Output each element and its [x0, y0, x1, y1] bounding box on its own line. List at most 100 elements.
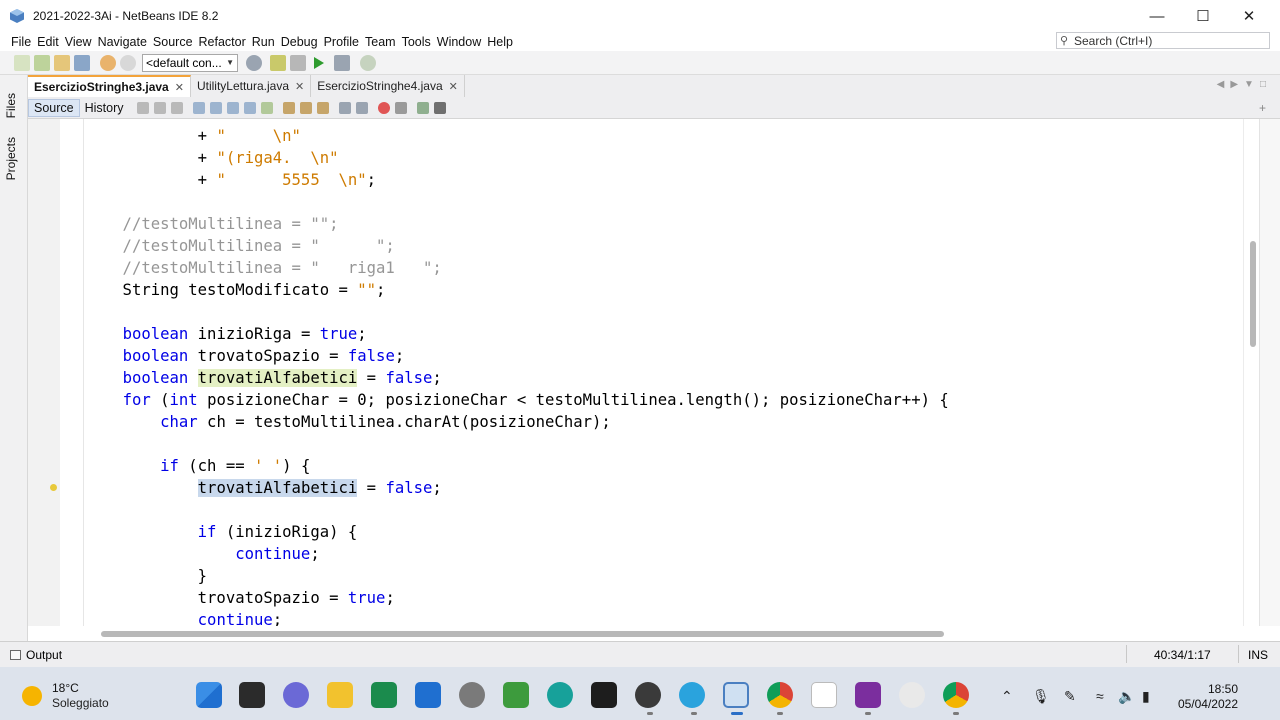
code-line[interactable]: if (ch == ' ') { — [85, 455, 310, 477]
settings-icon[interactable] — [246, 54, 262, 71]
speaker-icon[interactable]: 🔈 — [1118, 688, 1135, 705]
code-line[interactable]: for (int posizioneChar = 0; posizioneCha… — [85, 389, 949, 411]
close-icon[interactable]: ✕ — [449, 80, 458, 93]
build-icon[interactable] — [270, 54, 286, 71]
telegram-icon[interactable] — [679, 682, 705, 708]
source-view-button[interactable]: Source — [28, 98, 80, 117]
settings-gear-icon[interactable] — [459, 682, 485, 708]
system-clock[interactable]: 18:50 05/04/2022 — [1170, 682, 1238, 712]
minimize-button[interactable]: — — [1134, 0, 1180, 32]
close-icon[interactable]: ✕ — [295, 80, 304, 93]
search-box[interactable]: ⚲ — [1056, 32, 1270, 49]
close-window-button[interactable]: ✕ — [1226, 0, 1272, 32]
task-view-icon[interactable] — [239, 682, 265, 708]
menu-view[interactable]: View — [62, 35, 95, 49]
menu-file[interactable]: File — [8, 35, 34, 49]
vertical-scrollbar[interactable] — [1243, 119, 1259, 626]
menu-edit[interactable]: Edit — [34, 35, 62, 49]
running-indicator — [691, 712, 697, 715]
start-icon[interactable] — [196, 682, 222, 708]
save-all-icon[interactable] — [74, 54, 90, 71]
maximize-button[interactable]: ☐ — [1180, 0, 1226, 32]
close-icon[interactable]: ✕ — [175, 81, 184, 94]
code-line[interactable]: char ch = testoMultilinea.charAt(posizio… — [85, 411, 611, 433]
horizontal-scroll-thumb[interactable] — [101, 631, 944, 637]
menu-run[interactable]: Run — [249, 35, 278, 49]
clean-build-icon[interactable] — [290, 54, 306, 71]
code-line[interactable]: boolean trovatoSpazio = false; — [85, 345, 405, 367]
line-number: 33 — [28, 323, 60, 345]
code-line[interactable]: boolean inizioRiga = true; — [85, 323, 367, 345]
hint-bulb-icon[interactable] — [50, 484, 57, 491]
code-line[interactable]: boolean trovatiAlfabetici = false; — [85, 367, 442, 389]
new-file-icon[interactable] — [14, 54, 30, 71]
wifi-icon[interactable]: ≈ — [1096, 688, 1104, 704]
chrome-profile-icon[interactable] — [943, 682, 969, 708]
profile-icon[interactable] — [360, 54, 376, 71]
line-number-gutter: 24252627282930313233343536373839 41424344… — [28, 119, 60, 626]
menu-window[interactable]: Window — [434, 35, 484, 49]
code-line[interactable]: //testoMultilinea = " "; — [85, 235, 395, 257]
running-indicator — [865, 712, 871, 715]
menu-tools[interactable]: Tools — [399, 35, 434, 49]
code-line[interactable]: continue; — [85, 543, 320, 565]
run-icon[interactable] — [314, 56, 324, 69]
code-editor[interactable]: + " \n" + "(riga4. \n" + " 5555 \n"; //t… — [85, 119, 1243, 626]
code-line[interactable]: + "(riga4. \n" — [85, 147, 339, 169]
intellij-icon[interactable] — [591, 682, 617, 708]
config-select[interactable]: <default con... ▼ — [142, 53, 238, 72]
open-project-icon[interactable] — [54, 54, 70, 71]
tab-label: EsercizioStringhe3.java — [34, 80, 169, 94]
menu-refactor[interactable]: Refactor — [196, 35, 249, 49]
search-input[interactable] — [1074, 33, 1264, 48]
menu-profile[interactable]: Profile — [321, 35, 362, 49]
code-line[interactable]: continue; — [85, 609, 283, 626]
redo-icon[interactable] — [120, 54, 136, 71]
menu-debug[interactable]: Debug — [278, 35, 321, 49]
horizontal-scrollbar[interactable] — [85, 626, 1259, 641]
code-line[interactable]: trovatoSpazio = true; — [85, 587, 395, 609]
mascot-app-icon[interactable] — [899, 682, 925, 708]
pen-icon[interactable]: ✎ — [1064, 688, 1076, 705]
output-tab[interactable]: Output — [10, 648, 62, 662]
undo-icon[interactable] — [100, 54, 116, 71]
whiteboard-icon[interactable] — [415, 682, 441, 708]
chrome-icon[interactable] — [767, 682, 793, 708]
lambda-app-icon[interactable] — [503, 682, 529, 708]
tab-esercizio-stringhe3[interactable]: EsercizioStringhe3.java ✕ — [28, 75, 191, 97]
projects-tab[interactable]: Projects — [4, 137, 18, 180]
tab-utility-lettura[interactable]: UtilityLettura.java ✕ — [191, 75, 312, 97]
search-app-icon[interactable] — [547, 682, 573, 708]
microphone-icon[interactable]: 🎙 — [1032, 688, 1050, 705]
battery-icon[interactable]: ▮ — [1142, 688, 1150, 705]
menu-team[interactable]: Team — [362, 35, 399, 49]
debug-icon[interactable] — [334, 54, 350, 71]
onenote-icon[interactable] — [855, 682, 881, 708]
new-project-icon[interactable] — [34, 54, 50, 71]
netbeans-taskbar-icon[interactable] — [723, 682, 749, 708]
chevron-up-icon[interactable]: ⌃ — [1001, 688, 1013, 705]
code-line[interactable]: } — [85, 565, 207, 587]
file-explorer-icon[interactable] — [327, 682, 353, 708]
code-line[interactable]: + " 5555 \n"; — [85, 169, 376, 191]
tab-scroll-icons[interactable]: ◀▶▼□ — [1217, 79, 1272, 90]
code-line[interactable]: //testoMultilinea = ""; — [85, 213, 339, 235]
code-line[interactable]: //testoMultilinea = " riga1 "; — [85, 257, 442, 279]
menu-help[interactable]: Help — [484, 35, 516, 49]
menu-source[interactable]: Source — [150, 35, 196, 49]
store-icon[interactable] — [371, 682, 397, 708]
document-icon[interactable] — [811, 682, 837, 708]
weather-widget[interactable]: 18°C Soleggiato — [22, 681, 109, 711]
vertical-scroll-thumb[interactable] — [1250, 241, 1256, 347]
files-tab[interactable]: Files — [4, 93, 18, 118]
code-line[interactable]: String testoModificato = ""; — [85, 279, 386, 301]
line-number: 32 — [28, 301, 60, 323]
code-line[interactable]: + " \n" — [85, 125, 301, 147]
code-line[interactable]: trovatiAlfabetici = false; — [85, 477, 442, 499]
menu-navigate[interactable]: Navigate — [95, 35, 150, 49]
split-editor-icon[interactable]: + — [1259, 101, 1266, 115]
code-line[interactable]: if (inizioRiga) { — [85, 521, 358, 543]
obs-icon[interactable] — [635, 682, 661, 708]
chat-icon[interactable] — [283, 682, 309, 708]
tab-esercizio-stringhe4[interactable]: EsercizioStringhe4.java ✕ — [311, 75, 465, 97]
